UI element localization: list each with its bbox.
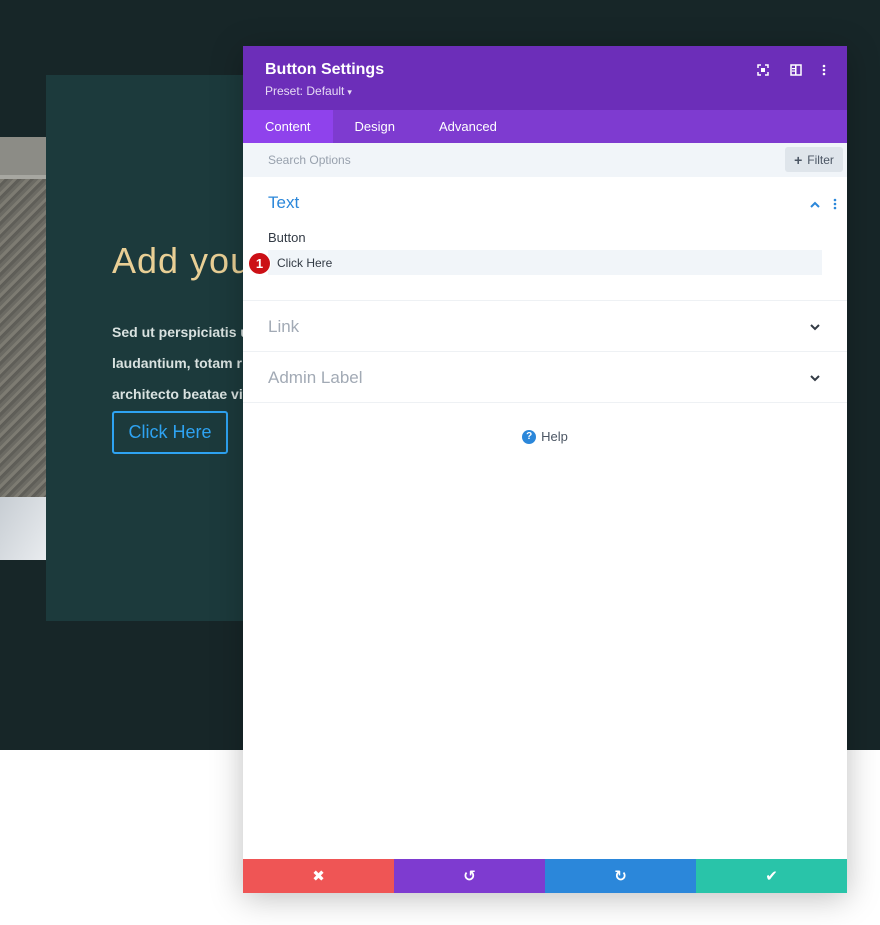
page-heading: Add you (112, 240, 252, 281)
admin-label-section[interactable]: Admin Label (243, 352, 847, 403)
chevron-down-icon[interactable] (808, 371, 822, 385)
redo-icon: ↻ (614, 868, 627, 885)
help-label: Help (541, 429, 568, 444)
link-section[interactable]: Link (243, 301, 847, 352)
help-icon: ? (522, 429, 537, 444)
paragraph-line: architecto beatae vit (112, 386, 248, 402)
modal-footer: ✖ ↺ ↻ ✔ (243, 859, 847, 893)
cancel-button[interactable]: ✖ (243, 859, 394, 893)
search-bar: + Filter (243, 143, 847, 177)
tab-advanced[interactable]: Advanced (417, 110, 519, 143)
redo-button[interactable]: ↻ (545, 859, 696, 893)
close-icon: ✖ (312, 868, 325, 885)
more-vertical-icon[interactable] (816, 62, 832, 78)
page-click-here-button[interactable]: Click Here (112, 411, 228, 454)
text-section-title[interactable]: Text (268, 193, 299, 213)
plus-icon: + (794, 151, 803, 168)
chevron-up-icon[interactable] (808, 198, 822, 212)
split-view-icon[interactable] (788, 62, 804, 78)
section-more-icon[interactable] (831, 196, 839, 212)
chevron-down-icon[interactable] (808, 320, 822, 334)
modal-header: Button Settings Preset: Default ▾ (243, 46, 847, 110)
button-field-label: Button (268, 230, 306, 245)
paragraph-line: Sed ut perspiciatis u (112, 324, 249, 340)
search-options-input[interactable] (243, 143, 763, 177)
link-section-title: Link (268, 317, 300, 336)
caret-down-icon: ▾ (347, 87, 352, 97)
checkmark-icon: ✔ (765, 868, 778, 885)
expand-icon[interactable] (755, 62, 771, 78)
undo-icon: ↺ (463, 868, 476, 885)
preset-selector[interactable]: Preset: Default ▾ (265, 84, 352, 98)
paragraph-line: laudantium, totam r (112, 355, 242, 371)
preset-label: Preset: Default (265, 84, 345, 98)
tab-design[interactable]: Design (333, 110, 417, 143)
help-link[interactable]: ? Help (243, 429, 847, 444)
step-badge: 1 (248, 252, 271, 275)
button-text-input[interactable] (268, 250, 822, 275)
save-button[interactable]: ✔ (696, 859, 847, 893)
modal-title: Button Settings (265, 61, 385, 78)
filter-button[interactable]: + Filter (785, 147, 843, 172)
background-photo (0, 137, 46, 560)
button-settings-modal: Button Settings Preset: Default ▾ Content… (243, 46, 847, 893)
settings-tabs: Content Design Advanced (243, 110, 847, 143)
window-sill (0, 137, 46, 179)
text-section: Text Button 1 (243, 177, 847, 301)
undo-button[interactable]: ↺ (394, 859, 545, 893)
tab-content[interactable]: Content (243, 110, 333, 143)
photo-fabric (0, 497, 46, 560)
admin-label-section-title: Admin Label (268, 368, 363, 387)
filter-label: Filter (807, 152, 834, 167)
